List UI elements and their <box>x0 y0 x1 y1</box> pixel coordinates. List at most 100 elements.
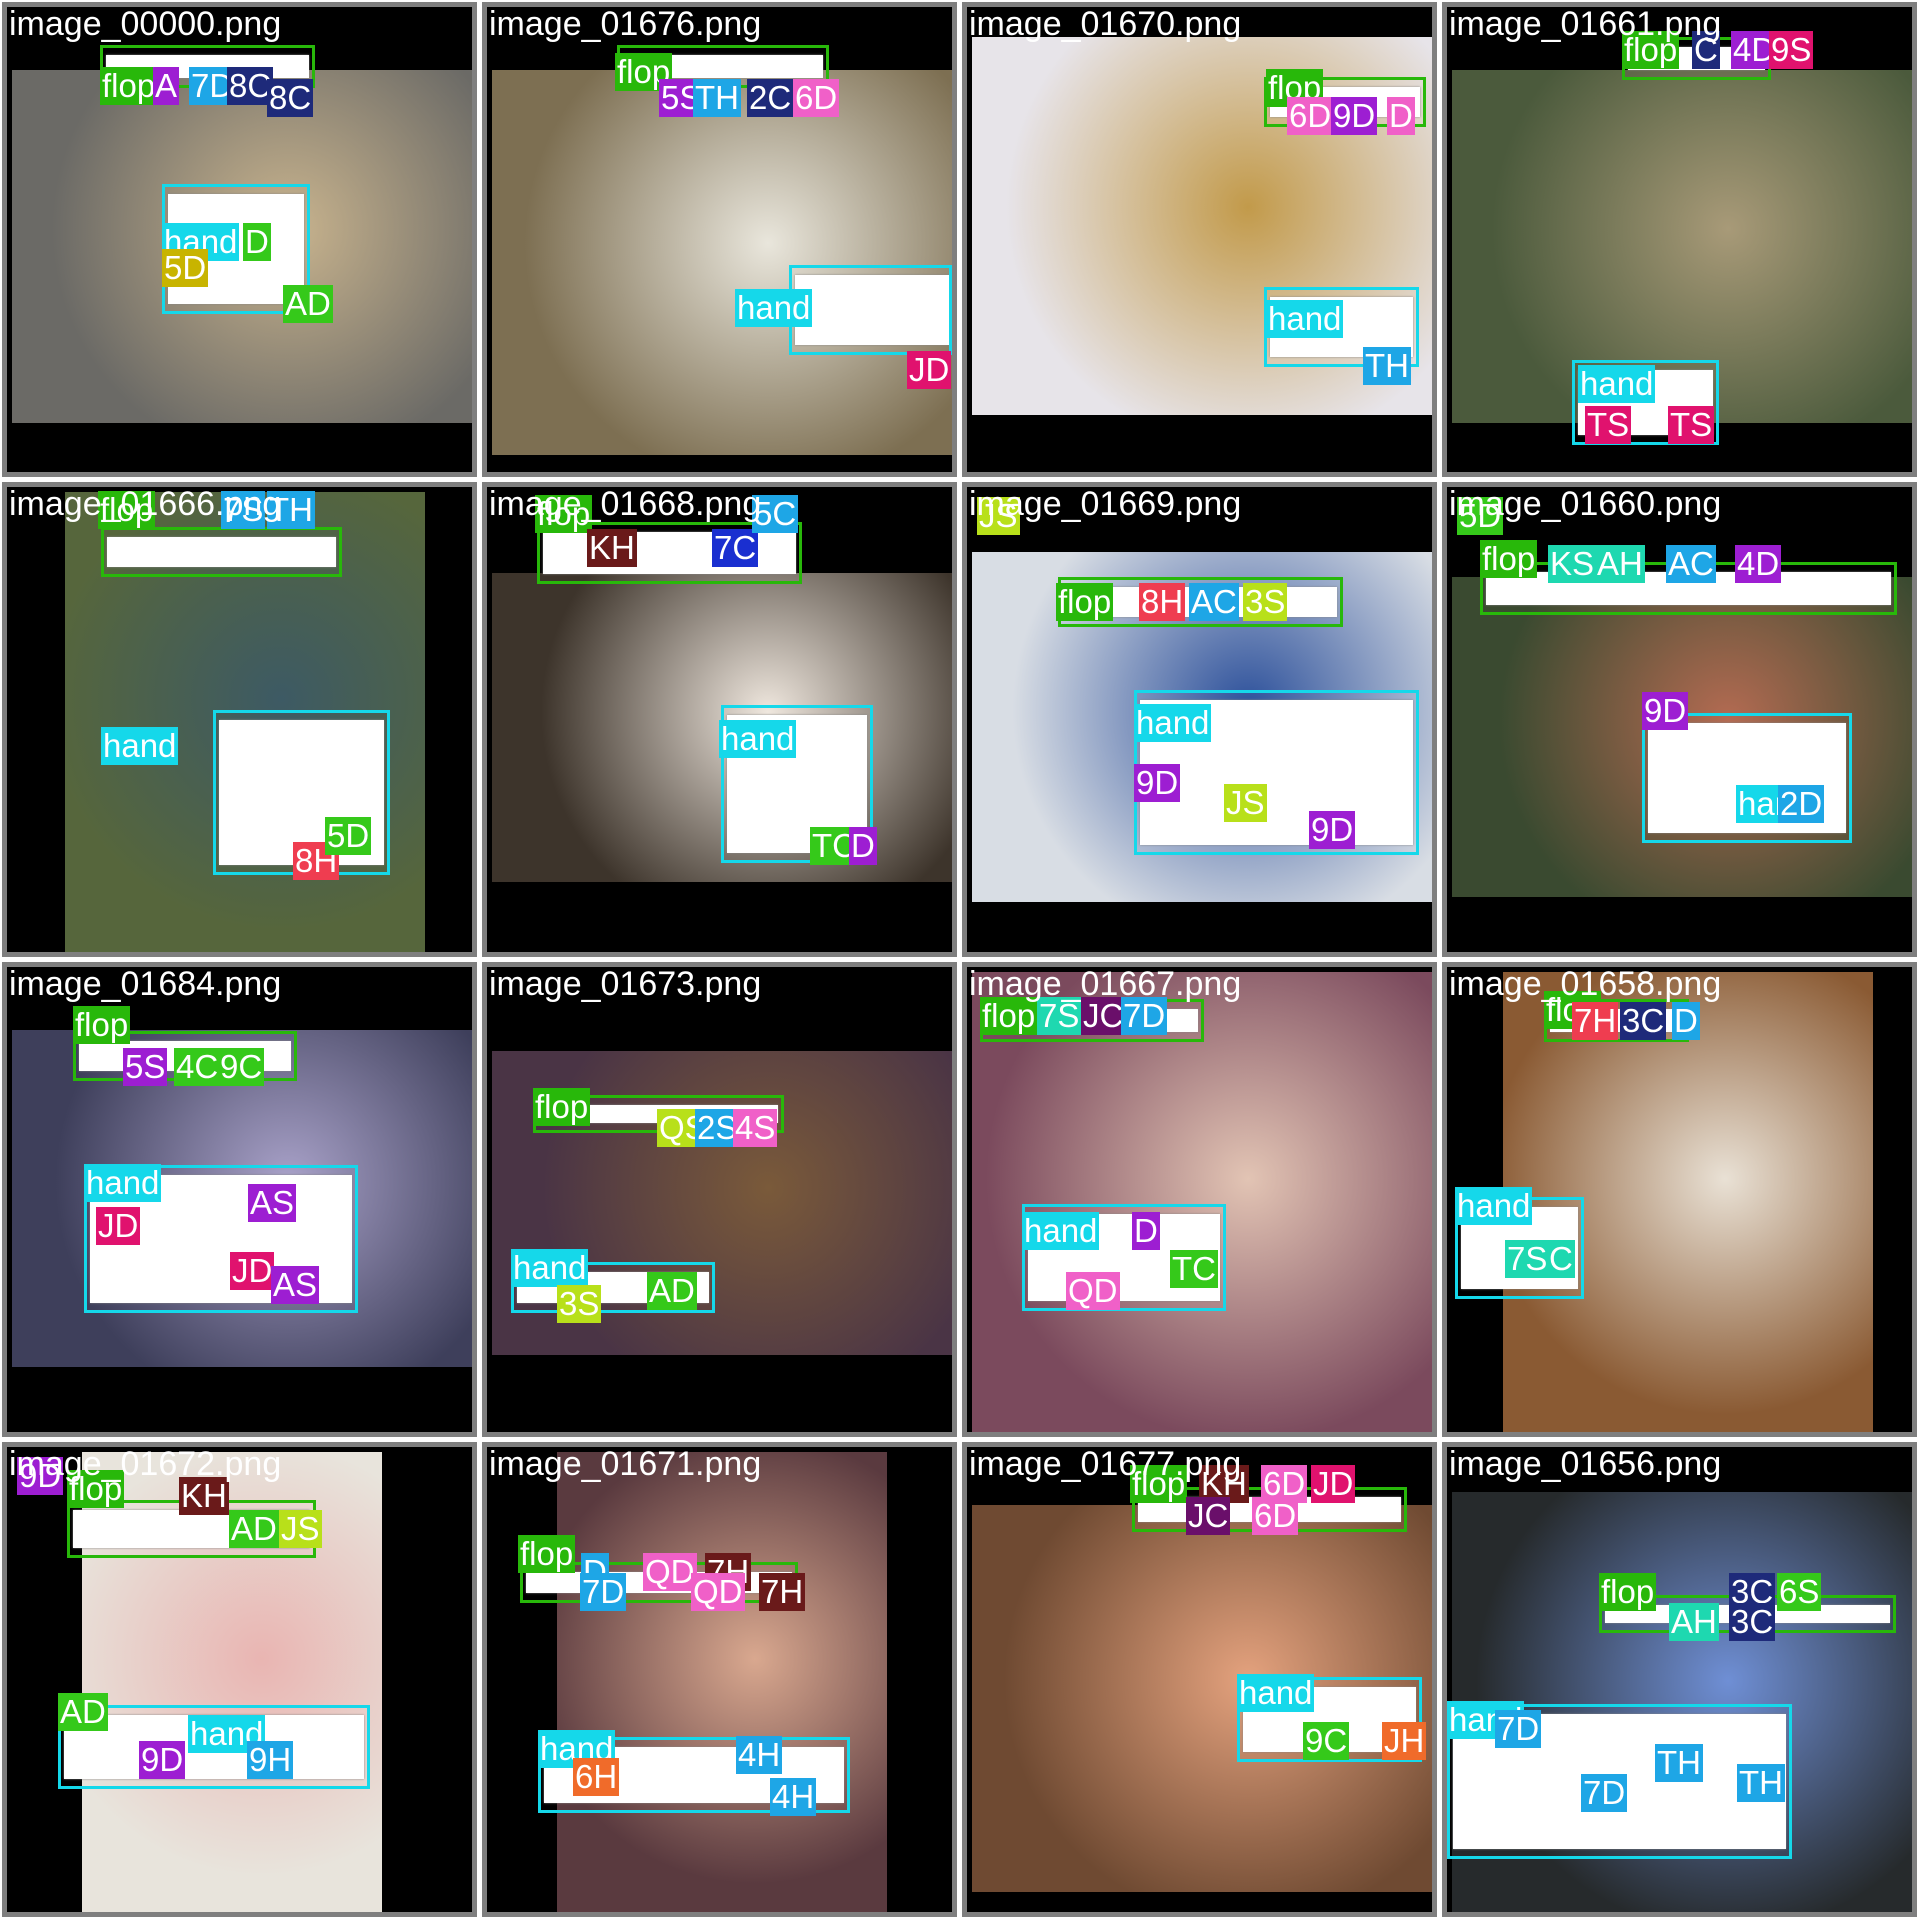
card-label: 9S <box>1769 31 1814 69</box>
card-label: 4H <box>770 1778 817 1816</box>
card-label: JD <box>96 1207 141 1245</box>
card-label: 6D <box>1287 97 1334 135</box>
card-label: TH <box>1737 1764 1785 1802</box>
card-label: 9H <box>247 1741 294 1779</box>
hand-label: hand <box>1455 1187 1533 1225</box>
card-label: 2C <box>747 79 794 117</box>
card-label: D <box>1132 1212 1160 1250</box>
flop-label: flop <box>100 67 158 105</box>
card-label: TS <box>1585 406 1632 444</box>
card-label: AH <box>1595 545 1645 583</box>
tile-photo <box>557 1452 887 1912</box>
card-label: TH <box>1655 1744 1703 1782</box>
mosaic-tile: flop AH 3C 6S 3C hand 7D TH 7D TH image_01656.png <box>1442 1442 1917 1917</box>
card-label: QD <box>1066 1272 1120 1310</box>
card-label: JS <box>1224 784 1267 822</box>
card-label: 3C <box>1729 1603 1776 1641</box>
card-label: 7D <box>580 1573 627 1611</box>
card-label: 9D <box>1134 764 1181 802</box>
flop-label: flop <box>1480 540 1538 578</box>
mosaic-tile: flop KH AD JS AD hand 9D 9H 9D image_01672.png <box>2 1442 477 1917</box>
card-label: JC <box>1186 1497 1231 1535</box>
card-label: 6D <box>1252 1497 1299 1535</box>
tile-filename: image_01660.png <box>1449 485 1722 523</box>
card-label: AD <box>647 1272 697 1310</box>
tile-filename: image_01667.png <box>969 965 1242 1003</box>
card-label: 6D <box>793 79 840 117</box>
card-label: AH <box>1669 1603 1719 1641</box>
tile-filename: image_01684.png <box>9 965 282 1003</box>
card-label: AC <box>1666 545 1716 583</box>
mosaic-tile: flop KS AH AC 4D 9D hand 2D 5D image_01660.png <box>1442 482 1917 957</box>
card-label: AD <box>229 1510 279 1548</box>
card-label: KS <box>1548 545 1597 583</box>
hand-label: hand <box>1266 300 1344 338</box>
tile-filename: image_00000.png <box>9 5 282 43</box>
tile-filename: image_01670.png <box>969 5 1242 43</box>
hand-label: hand <box>84 1164 162 1202</box>
card-label: 9D <box>1309 811 1356 849</box>
card-label: 7D <box>1495 1710 1542 1748</box>
card-label: AC <box>1189 583 1239 621</box>
card-label: 4C <box>174 1048 221 1086</box>
mosaic-tile: flop 7S JC 7D hand D TC QD image_01667.png <box>962 962 1437 1437</box>
card-label: 3S <box>1243 583 1288 621</box>
flop-label: flop <box>533 1088 591 1126</box>
mosaic-tile: flop A 7D 8C 8C hand D 5D AD image_00000.png <box>2 2 477 477</box>
card-label: TH <box>693 79 741 117</box>
tile-filename: image_01669.png <box>969 485 1242 523</box>
hand-label: hand <box>1578 365 1656 403</box>
hand-label: hand <box>1237 1674 1315 1712</box>
mosaic-tile: flop QS 2S 4S hand 3S AD image_01673.png <box>482 962 957 1437</box>
card-label: 9D <box>1642 692 1689 730</box>
mosaic-tile: flop 5S TH 2C 6D hand JD image_01676.png <box>482 2 957 477</box>
card-label: 8C <box>267 79 314 117</box>
mosaic-tile: flop7H3CDhand7SCimage_01658.png <box>1442 962 1917 1437</box>
card-label: A <box>153 67 180 105</box>
card-label: JS <box>279 1510 322 1548</box>
card-label: 5S <box>123 1048 168 1086</box>
mosaic-tile: flop C 4D 9S hand TS TS image_01661.png <box>1442 2 1917 477</box>
card-label: TH <box>1363 347 1411 385</box>
hand-label: hand <box>511 1249 589 1287</box>
mosaic-tile: flop 8H AC 3S hand 9D JS 9D JS image_01669.png <box>962 482 1437 957</box>
card-label: 9C <box>1303 1722 1350 1760</box>
hand-bbox <box>789 265 952 355</box>
card-label: 6S <box>1777 1573 1822 1611</box>
tile-filename: image_01656.png <box>1449 1445 1722 1483</box>
card-label: AS <box>271 1266 320 1304</box>
card-label: D <box>849 827 877 865</box>
card-label: AD <box>283 285 333 323</box>
mosaic-tile: flop 6D 9D Dhand TH image_01670.png <box>962 2 1437 477</box>
flop-label: flop <box>1056 583 1114 621</box>
card-label: JD <box>230 1252 275 1290</box>
card-label: 8H <box>1139 583 1186 621</box>
card-label: JD <box>907 351 952 389</box>
flop-label: flop <box>1599 1573 1657 1611</box>
tile-filename: image_01677.png <box>969 1445 1242 1483</box>
card-label: AD <box>58 1693 108 1731</box>
hand-label: hand <box>1134 704 1212 742</box>
card-label: TC <box>1170 1250 1218 1288</box>
card-label: 4H <box>736 1736 783 1774</box>
flop-label: flop <box>73 1006 131 1044</box>
tile-filename: image_01676.png <box>489 5 762 43</box>
card-label: D <box>1387 97 1415 135</box>
card-label: 7H <box>1572 1002 1619 1040</box>
tile-filename: image_01673.png <box>489 965 762 1003</box>
mosaic-grid: flop A 7D 8C 8C hand D 5D AD image_00000.png flop 5… <box>0 0 1920 1920</box>
tile-filename: image_01668.png <box>489 485 762 523</box>
tile-filename: image_01661.png <box>1449 5 1722 43</box>
flop-bbox <box>101 527 342 577</box>
card-label: TS <box>1668 406 1715 444</box>
card-label: 7H <box>759 1573 806 1611</box>
hand-bbox <box>1642 713 1852 843</box>
tile-filename: image_01658.png <box>1449 965 1722 1003</box>
card-label: 2D <box>1778 785 1825 823</box>
card-label: 7D <box>1581 1774 1628 1812</box>
card-label: 4S <box>733 1109 778 1147</box>
mosaic-tile: flop D QD 7H 7D QD 7H hand 6H 4H 4H image_01671.png <box>482 1442 957 1917</box>
mosaic-tile: flop 7S TH hand 8H 5D image_01666.png <box>2 482 477 957</box>
card-label: KH <box>587 529 637 567</box>
card-label: 6H <box>573 1758 620 1796</box>
